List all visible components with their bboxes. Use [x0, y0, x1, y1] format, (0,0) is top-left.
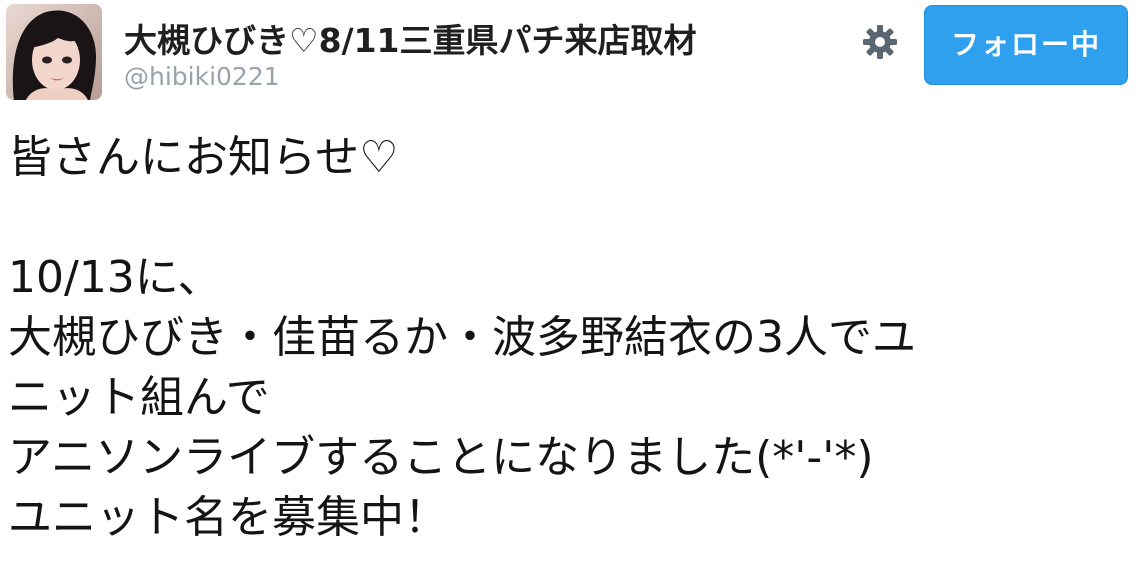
gear-icon[interactable] [860, 22, 900, 62]
tweet-line: ニット組んで [8, 372, 270, 423]
avatar[interactable] [6, 4, 102, 100]
tweet-line: 10/13に、 [8, 252, 222, 303]
tweet-header: 大槻ひびき♡8/11三重県パチ来店取材 @hibiki0221 フォロー中 [0, 0, 1142, 110]
tweet-line: 皆さんにお知らせ♡ [8, 132, 399, 183]
tweet-line: ユニット名を募集中！ [8, 492, 448, 543]
display-name[interactable]: 大槻ひびき♡8/11三重県パチ来店取材 [124, 14, 697, 62]
following-button[interactable]: フォロー中 [924, 5, 1128, 85]
tweet-text: 皆さんにお知らせ♡ 10/13に、 大槻ひびき・佳苗るか・波多野結衣の3人でユ … [8, 128, 1138, 548]
tweet-line: アニソンライブすることになりました(*'-'*) [8, 432, 874, 483]
avatar-image [6, 4, 102, 100]
user-handle[interactable]: @hibiki0221 [124, 62, 280, 91]
tweet-line: 大槻ひびき・佳苗るか・波多野結衣の3人でユ [8, 312, 916, 363]
